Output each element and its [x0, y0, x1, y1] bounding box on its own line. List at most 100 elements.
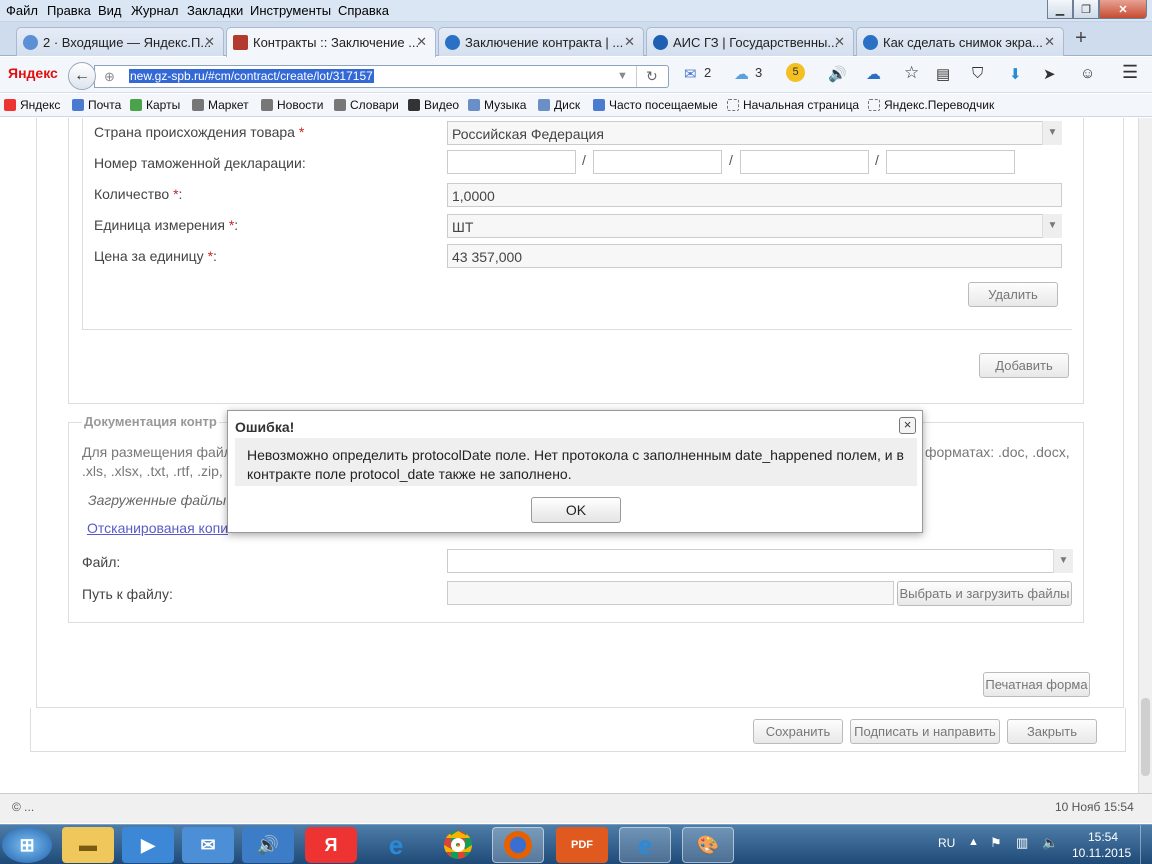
ie-active-icon[interactable]: e: [619, 827, 671, 863]
bookmark-disk[interactable]: Диск: [538, 98, 580, 112]
bookmark-translator[interactable]: Яндекс.Переводчик: [868, 98, 994, 112]
menu-help[interactable]: Справка: [338, 3, 389, 18]
mail-app-icon[interactable]: ✉: [182, 827, 234, 863]
pocket-icon[interactable]: ⛉: [972, 65, 983, 82]
download-icon[interactable]: ⬇: [1009, 65, 1022, 83]
blank-page-icon: [868, 99, 880, 111]
bookmark-market[interactable]: Маркет: [192, 98, 249, 112]
close-icon[interactable]: ✕: [624, 34, 635, 50]
new-tab-button[interactable]: +: [1066, 27, 1096, 51]
scrollbar-thumb[interactable]: [1141, 698, 1150, 776]
chevron-down-icon[interactable]: ▼: [1042, 214, 1062, 238]
chat-icon[interactable]: ☺: [1080, 65, 1095, 82]
quantity-field[interactable]: 1,0000: [447, 183, 1062, 207]
unit-select[interactable]: ШТ: [447, 214, 1062, 238]
divider: [636, 66, 637, 87]
clock-date[interactable]: 10.11.2015: [1072, 846, 1131, 860]
network-icon[interactable]: ▥: [1016, 835, 1028, 851]
menu-bookmarks[interactable]: Закладки: [187, 3, 243, 18]
star-icon[interactable]: ☆: [904, 63, 919, 83]
clipboard-icon[interactable]: ▤: [936, 65, 950, 83]
tab-ais-gz[interactable]: АИС ГЗ | Государственны... ✕: [646, 27, 854, 56]
paint-icon[interactable]: 🎨: [682, 827, 734, 863]
chrome-icon[interactable]: [432, 827, 484, 863]
traffic-badge[interactable]: 5: [786, 63, 805, 82]
bookmark-dictionaries[interactable]: Словари: [334, 98, 399, 112]
start-button[interactable]: ⊞: [2, 827, 52, 863]
chevron-down-icon[interactable]: ▼: [1042, 121, 1062, 145]
sync-icon[interactable]: ☁: [866, 65, 881, 83]
close-icon[interactable]: ✕: [204, 34, 215, 50]
print-form-button[interactable]: Печатная форма: [983, 672, 1090, 697]
customs-field-2[interactable]: [593, 150, 722, 174]
show-desktop-button[interactable]: [1140, 825, 1152, 864]
country-select[interactable]: Российская Федерация: [447, 121, 1062, 145]
customs-field-3[interactable]: [740, 150, 869, 174]
close-icon[interactable]: ✕: [1044, 34, 1055, 50]
clock-time[interactable]: 15:54: [1088, 830, 1118, 844]
maximize-button[interactable]: ❐: [1073, 0, 1099, 19]
ie-icon[interactable]: e: [370, 827, 422, 863]
price-field[interactable]: 43 357,000: [447, 244, 1062, 268]
ok-button[interactable]: OK: [531, 497, 621, 523]
dropdown-icon[interactable]: ▼: [617, 70, 628, 82]
dialog-close-button[interactable]: ×: [899, 417, 916, 434]
bookmark-video[interactable]: Видео: [408, 98, 459, 112]
delete-button[interactable]: Удалить: [968, 282, 1058, 307]
language-indicator[interactable]: RU: [938, 836, 955, 850]
menu-edit[interactable]: Правка: [47, 3, 91, 18]
speaker-icon[interactable]: 🔊: [828, 65, 847, 83]
menu-icon[interactable]: ☰: [1122, 62, 1138, 83]
tab-screenshot-howto[interactable]: Как сделать снимок экра... ✕: [856, 27, 1064, 56]
yandex-logo[interactable]: Яндекс: [8, 65, 58, 81]
weather-icon[interactable]: ☁: [734, 65, 749, 83]
minimize-button[interactable]: ▁: [1047, 0, 1073, 19]
docs-info-left: Для размещения файл: [82, 444, 232, 460]
bookmark-mail[interactable]: Почта: [72, 98, 121, 112]
file-select[interactable]: [447, 549, 1073, 573]
bookmark-most-visited[interactable]: Часто посещаемые: [593, 98, 718, 112]
address-bar[interactable]: ⊕ new.gz-spb.ru/#cm/contract/create/lot/…: [94, 65, 669, 88]
menu-view[interactable]: Вид: [98, 3, 122, 18]
menu-file[interactable]: Файл: [6, 3, 38, 18]
mail-icon[interactable]: ✉: [684, 65, 697, 83]
tray-expand-icon[interactable]: ▲: [968, 836, 979, 848]
pdf-icon[interactable]: PDF: [556, 827, 608, 863]
sign-and-send-button[interactable]: Подписать и направить: [850, 719, 1000, 744]
window-close-button[interactable]: ✕: [1099, 0, 1147, 19]
bookmark-yandex[interactable]: Яндекс: [4, 98, 60, 112]
customs-field-1[interactable]: [447, 150, 576, 174]
media-player-icon[interactable]: ▶: [122, 827, 174, 863]
close-form-button[interactable]: Закрыть: [1007, 719, 1097, 744]
scrollbar[interactable]: [1138, 118, 1152, 793]
gavel-icon: [233, 35, 248, 50]
tab-contract-conclusion[interactable]: Заключение контракта | ... ✕: [438, 27, 644, 56]
save-button[interactable]: Сохранить: [753, 719, 843, 744]
volume-icon[interactable]: 🔈: [1042, 835, 1058, 851]
customs-field-4[interactable]: [886, 150, 1015, 174]
menu-history[interactable]: Журнал: [131, 3, 178, 18]
bookmark-maps[interactable]: Карты: [130, 98, 180, 112]
bookmark-news[interactable]: Новости: [261, 98, 323, 112]
file-path-field[interactable]: [447, 581, 894, 605]
bookmark-start-page[interactable]: Начальная страница: [727, 98, 859, 112]
chevron-down-icon[interactable]: ▼: [1053, 549, 1073, 573]
bookmark-music[interactable]: Музыка: [468, 98, 526, 112]
action-center-icon[interactable]: ⚑: [990, 835, 1002, 851]
send-icon[interactable]: ➤: [1043, 65, 1056, 83]
menu-tools[interactable]: Инструменты: [250, 3, 331, 18]
yandex-browser-icon[interactable]: Я: [305, 827, 357, 863]
reload-icon[interactable]: ↻: [646, 68, 658, 85]
scanned-copy-link[interactable]: Отсканированая копи: [87, 520, 228, 536]
upload-files-button[interactable]: Выбрать и загрузить файлы: [897, 581, 1072, 606]
close-icon[interactable]: ✕: [416, 34, 427, 50]
url-text[interactable]: new.gz-spb.ru/#cm/contract/create/lot/31…: [129, 69, 374, 83]
tab-contracts[interactable]: Контракты :: Заключение ... ✕: [226, 27, 436, 57]
add-button[interactable]: Добавить: [979, 353, 1069, 378]
close-icon[interactable]: ✕: [834, 34, 845, 50]
firefox-icon[interactable]: [492, 827, 544, 863]
tab-mail[interactable]: 2 · Входящие — Яндекс.П... ✕: [16, 27, 224, 56]
explorer-icon[interactable]: ▬: [62, 827, 114, 863]
back-button[interactable]: ←: [68, 62, 96, 90]
audio-icon[interactable]: 🔊: [242, 827, 294, 863]
